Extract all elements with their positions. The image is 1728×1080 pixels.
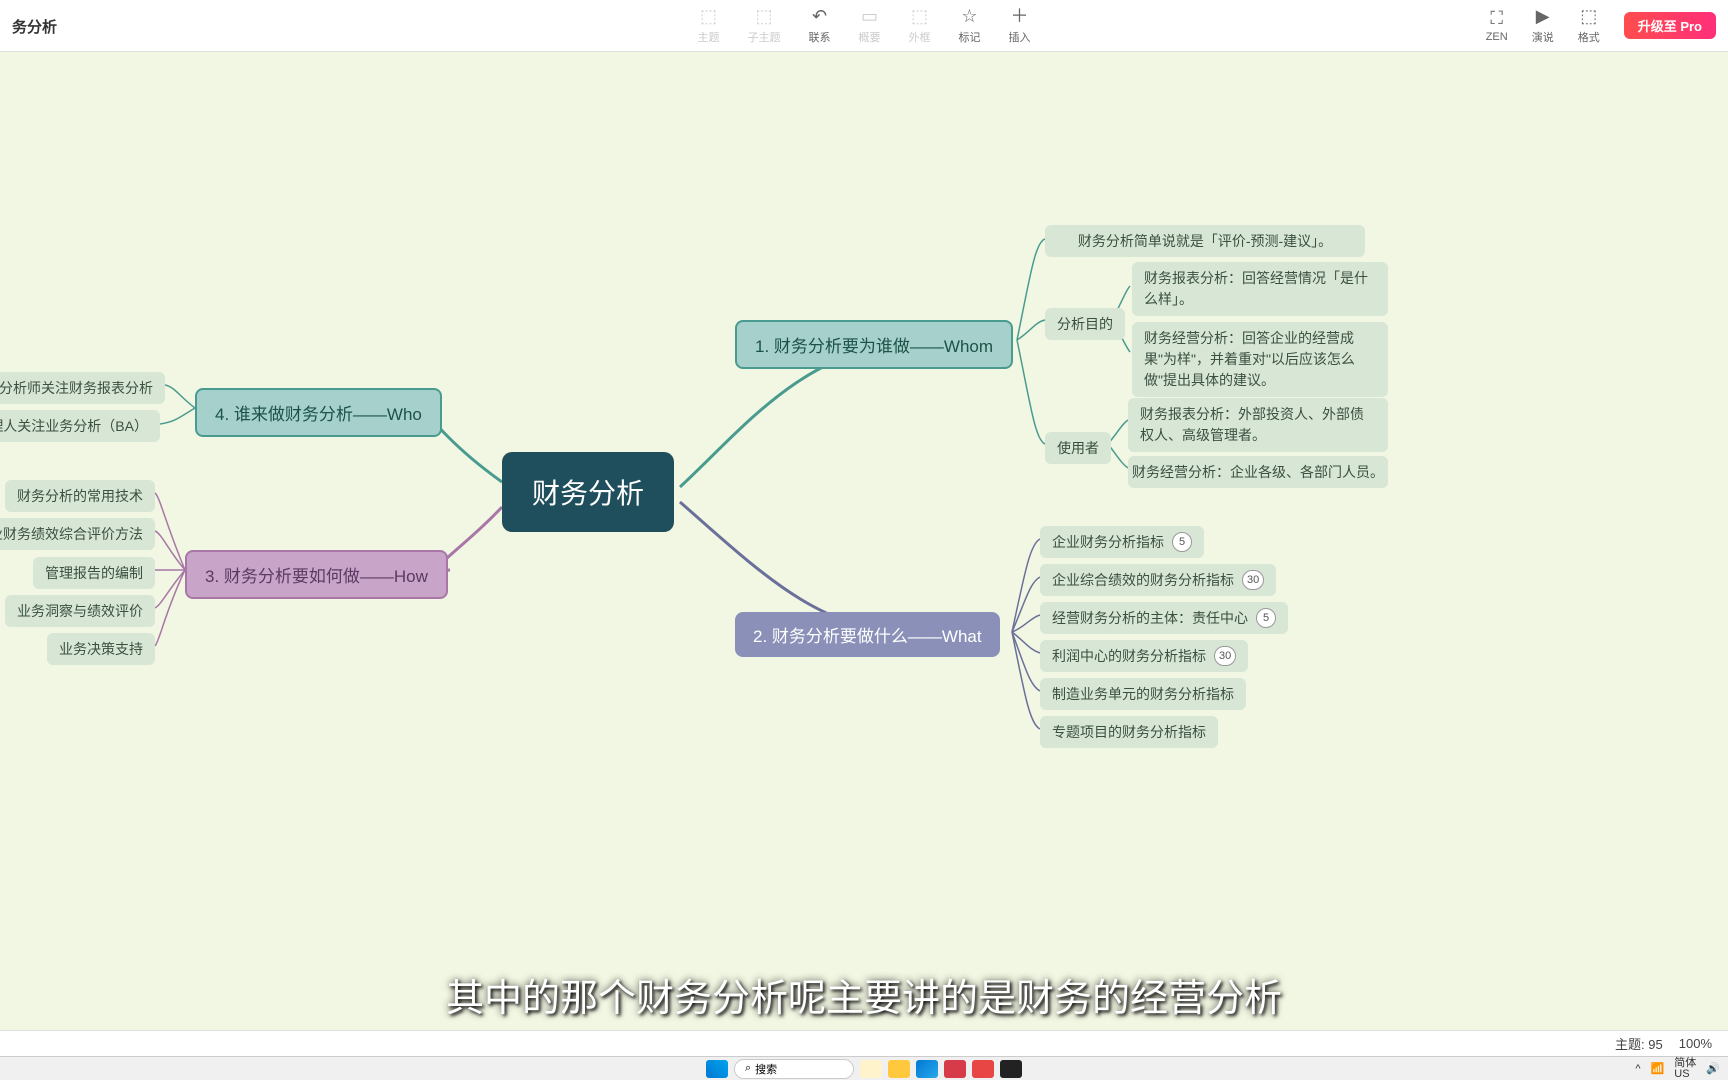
tray-sound-icon[interactable]: 🔊 <box>1706 1062 1720 1075</box>
badge: 30 <box>1214 646 1236 666</box>
ime-indicator[interactable]: 简体US <box>1674 1058 1696 1080</box>
taskbar-pdf[interactable] <box>944 1060 966 1078</box>
search-icon: ⌕ <box>745 1062 751 1075</box>
taskbar-search[interactable]: ⌕搜索 <box>734 1059 854 1079</box>
leaf-how-0[interactable]: 财务分析的常用技术 <box>5 480 155 512</box>
relation-icon: ↶ <box>812 7 827 25</box>
boundary-icon: ⬚ <box>911 7 928 25</box>
mindmap-canvas[interactable]: 财务分析 1. 财务分析要为谁做——Whom 2. 财务分析要做什么——What… <box>0 52 1728 1030</box>
leaf-whom-0[interactable]: 财务分析简单说就是「评价-预测-建议」。 <box>1045 225 1365 257</box>
leaf-what-2[interactable]: 经营财务分析的主体：责任中心5 <box>1040 602 1288 634</box>
leaf-whom-purpose-1[interactable]: 财务经营分析：回答企业的经营成果"为样"，并着重对"以后应该怎么做"提出具体的建… <box>1132 322 1388 397</box>
leaf-whom-user-0[interactable]: 财务报表分析：外部投资人、外部债权人、高级管理者。 <box>1128 398 1388 452</box>
branch-who[interactable]: 4. 谁来做财务分析——Who <box>195 388 442 437</box>
taskbar-explorer[interactable] <box>888 1060 910 1078</box>
leaf-what-5[interactable]: 专题项目的财务分析指标 <box>1040 716 1218 748</box>
btn-relation[interactable]: ↶联系 <box>809 7 831 45</box>
taskbar: ⌕搜索 ^ 📶 简体US 🔊 <box>0 1056 1728 1080</box>
present-icon: ▶ <box>1536 7 1550 25</box>
topic-count: 主题: 95 <box>1615 1034 1663 1053</box>
leaf-whom-purpose[interactable]: 分析目的 <box>1045 308 1125 340</box>
toolbar-right: ⛶ZEN ▶演说 ⬚格式 升级至 Pro <box>1486 7 1716 45</box>
marker-icon: ☆ <box>961 7 977 25</box>
leaf-what-1[interactable]: 企业综合绩效的财务分析指标30 <box>1040 564 1276 596</box>
branch-how[interactable]: 3. 财务分析要如何做——How <box>185 550 448 599</box>
insert-icon: ＋ <box>1011 7 1029 25</box>
leaf-who-0[interactable]: 务分析师关注财务报表分析 <box>0 372 165 404</box>
topic-icon: ⬚ <box>700 7 717 25</box>
taskbar-app-1[interactable] <box>860 1060 882 1078</box>
leaf-how-4[interactable]: 业务决策支持 <box>47 633 155 665</box>
zoom-level[interactable]: 100% <box>1679 1036 1712 1051</box>
summary-icon: ▭ <box>861 7 878 25</box>
central-node[interactable]: 财务分析 <box>502 452 674 532</box>
leaf-what-0[interactable]: 企业财务分析指标5 <box>1040 526 1204 558</box>
badge: 5 <box>1256 608 1276 628</box>
start-icon[interactable] <box>706 1060 728 1078</box>
leaf-how-1[interactable]: 业财务绩效综合评价方法 <box>0 518 155 550</box>
taskbar-app-3[interactable] <box>1000 1060 1022 1078</box>
taskbar-app-2[interactable] <box>972 1060 994 1078</box>
btn-boundary[interactable]: ⬚外框 <box>909 7 931 45</box>
subtopic-icon: ⬚ <box>755 7 772 25</box>
btn-present[interactable]: ▶演说 <box>1532 7 1554 45</box>
tray-chevron-icon[interactable]: ^ <box>1635 1063 1640 1075</box>
badge: 30 <box>1242 570 1264 590</box>
connectors <box>0 52 1728 1030</box>
tray-wifi-icon[interactable]: 📶 <box>1651 1062 1665 1075</box>
leaf-how-2[interactable]: 管理报告的编制 <box>33 557 155 589</box>
btn-insert[interactable]: ＋插入 <box>1009 7 1031 45</box>
upgrade-button[interactable]: 升级至 Pro <box>1624 12 1716 39</box>
leaf-what-4[interactable]: 制造业务单元的财务分析指标 <box>1040 678 1246 710</box>
taskbar-tray: ^ 📶 简体US 🔊 <box>1635 1058 1720 1080</box>
btn-summary[interactable]: ▭概要 <box>859 7 881 45</box>
leaf-whom-user[interactable]: 使用者 <box>1045 432 1111 464</box>
branch-whom[interactable]: 1. 财务分析要为谁做——Whom <box>735 320 1013 369</box>
format-icon: ⬚ <box>1580 7 1597 25</box>
zen-icon: ⛶ <box>1490 9 1503 27</box>
badge: 5 <box>1172 532 1192 552</box>
statusbar: 主题: 95 100% <box>0 1030 1728 1056</box>
branch-what[interactable]: 2. 财务分析要做什么——What <box>735 612 1000 657</box>
taskbar-edge[interactable] <box>916 1060 938 1078</box>
btn-format[interactable]: ⬚格式 <box>1578 7 1600 45</box>
leaf-who-1[interactable]: 理人关注业务分析（BA） <box>0 410 160 442</box>
btn-topic[interactable]: ⬚主题 <box>698 7 720 45</box>
btn-zen[interactable]: ⛶ZEN <box>1486 9 1508 43</box>
leaf-whom-user-1[interactable]: 财务经营分析：企业各级、各部门人员。 <box>1128 456 1388 488</box>
btn-subtopic[interactable]: ⬚子主题 <box>748 7 781 45</box>
leaf-how-3[interactable]: 业务洞察与绩效评价 <box>5 595 155 627</box>
btn-marker[interactable]: ☆标记 <box>959 7 981 45</box>
toolbar: 务分析 ⬚主题 ⬚子主题 ↶联系 ▭概要 ⬚外框 ☆标记 ＋插入 ⛶ZEN ▶演… <box>0 0 1728 52</box>
leaf-what-3[interactable]: 利润中心的财务分析指标30 <box>1040 640 1248 672</box>
toolbar-center: ⬚主题 ⬚子主题 ↶联系 ▭概要 ⬚外框 ☆标记 ＋插入 <box>698 7 1031 45</box>
leaf-whom-purpose-0[interactable]: 财务报表分析：回答经营情况「是什么样」。 <box>1132 262 1388 316</box>
app-title: 务分析 <box>0 16 69 37</box>
